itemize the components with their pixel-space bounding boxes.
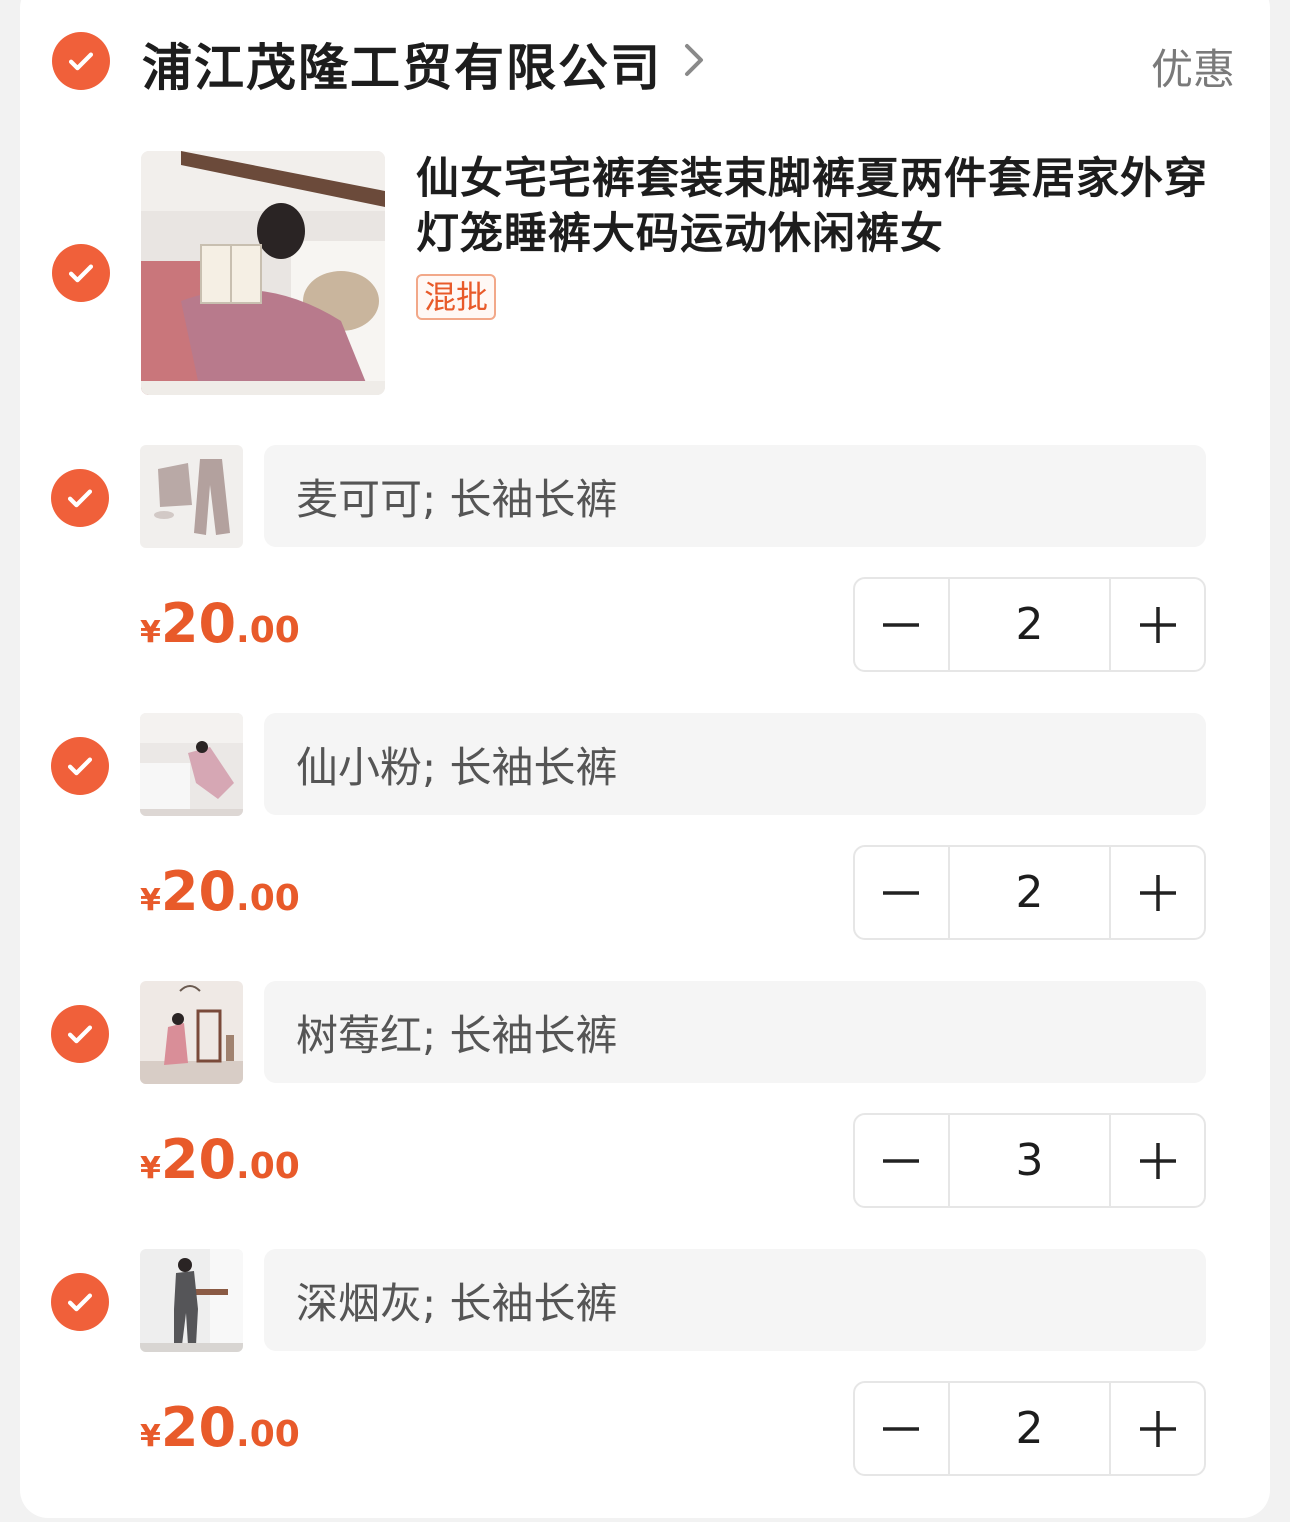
- mixed-batch-tag: 混批: [416, 274, 497, 320]
- product-image[interactable]: [141, 151, 385, 395]
- check-icon: [68, 52, 94, 71]
- increase-button[interactable]: [1111, 579, 1204, 670]
- sku-select-checkbox[interactable]: [51, 469, 109, 527]
- sku-price: ¥20.00: [140, 1396, 300, 1459]
- sku-spec-field[interactable]: 深烟灰; 长袖长裤: [264, 1249, 1206, 1351]
- minus-icon: [883, 1426, 920, 1431]
- product-select-checkbox[interactable]: [52, 244, 110, 302]
- decrease-button[interactable]: [855, 847, 948, 938]
- sku-spec-field[interactable]: 仙小粉; 长袖长裤: [264, 713, 1206, 815]
- quantity-stepper[interactable]: 2: [853, 577, 1206, 672]
- quantity-stepper[interactable]: 3: [853, 1113, 1206, 1208]
- check-icon: [67, 1025, 93, 1044]
- plus-icon: [1139, 874, 1176, 911]
- plus-icon: [1139, 1142, 1176, 1179]
- product-title[interactable]: 仙女宅宅裤套装束脚裤夏两件套居家外穿灯笼睡裤大码运动休闲裤女: [416, 152, 1216, 262]
- check-icon: [67, 757, 93, 776]
- chevron-right-icon[interactable]: [680, 40, 708, 80]
- plus-icon: [1139, 1410, 1176, 1447]
- quantity-stepper[interactable]: 2: [853, 845, 1206, 940]
- quantity-input[interactable]: 2: [947, 847, 1112, 938]
- sku-spec-field[interactable]: 树莓红; 长袖长裤: [264, 981, 1206, 1083]
- quantity-stepper[interactable]: 2: [853, 1381, 1206, 1476]
- sku-thumbnail[interactable]: [140, 445, 243, 548]
- check-icon: [67, 489, 93, 508]
- check-icon: [67, 1293, 93, 1312]
- sku-thumbnail[interactable]: [140, 1249, 243, 1352]
- shop-select-checkbox[interactable]: [52, 32, 110, 90]
- sku-price: ¥20.00: [140, 860, 300, 923]
- plus-icon: [1139, 606, 1176, 643]
- sku-select-checkbox[interactable]: [51, 737, 109, 795]
- decrease-button[interactable]: [855, 579, 948, 670]
- increase-button[interactable]: [1111, 1383, 1204, 1474]
- decrease-button[interactable]: [855, 1383, 948, 1474]
- promo-button[interactable]: 优惠: [1151, 36, 1235, 97]
- increase-button[interactable]: [1111, 1115, 1204, 1206]
- minus-icon: [883, 1158, 920, 1163]
- sku-spec-field[interactable]: 麦可可; 长袖长裤: [264, 445, 1206, 547]
- quantity-input[interactable]: 2: [947, 1383, 1112, 1474]
- decrease-button[interactable]: [855, 1115, 948, 1206]
- sku-price: ¥20.00: [140, 592, 300, 655]
- sku-thumbnail[interactable]: [140, 981, 243, 1084]
- quantity-input[interactable]: 3: [947, 1115, 1112, 1206]
- quantity-input[interactable]: 2: [947, 579, 1112, 670]
- increase-button[interactable]: [1111, 847, 1204, 938]
- sku-select-checkbox[interactable]: [51, 1273, 109, 1331]
- sku-price: ¥20.00: [140, 1128, 300, 1191]
- sku-select-checkbox[interactable]: [51, 1005, 109, 1063]
- shop-name[interactable]: 浦江茂隆工贸有限公司: [142, 28, 662, 100]
- minus-icon: [883, 622, 920, 627]
- check-icon: [68, 264, 94, 283]
- minus-icon: [883, 890, 920, 895]
- sku-thumbnail[interactable]: [140, 713, 243, 816]
